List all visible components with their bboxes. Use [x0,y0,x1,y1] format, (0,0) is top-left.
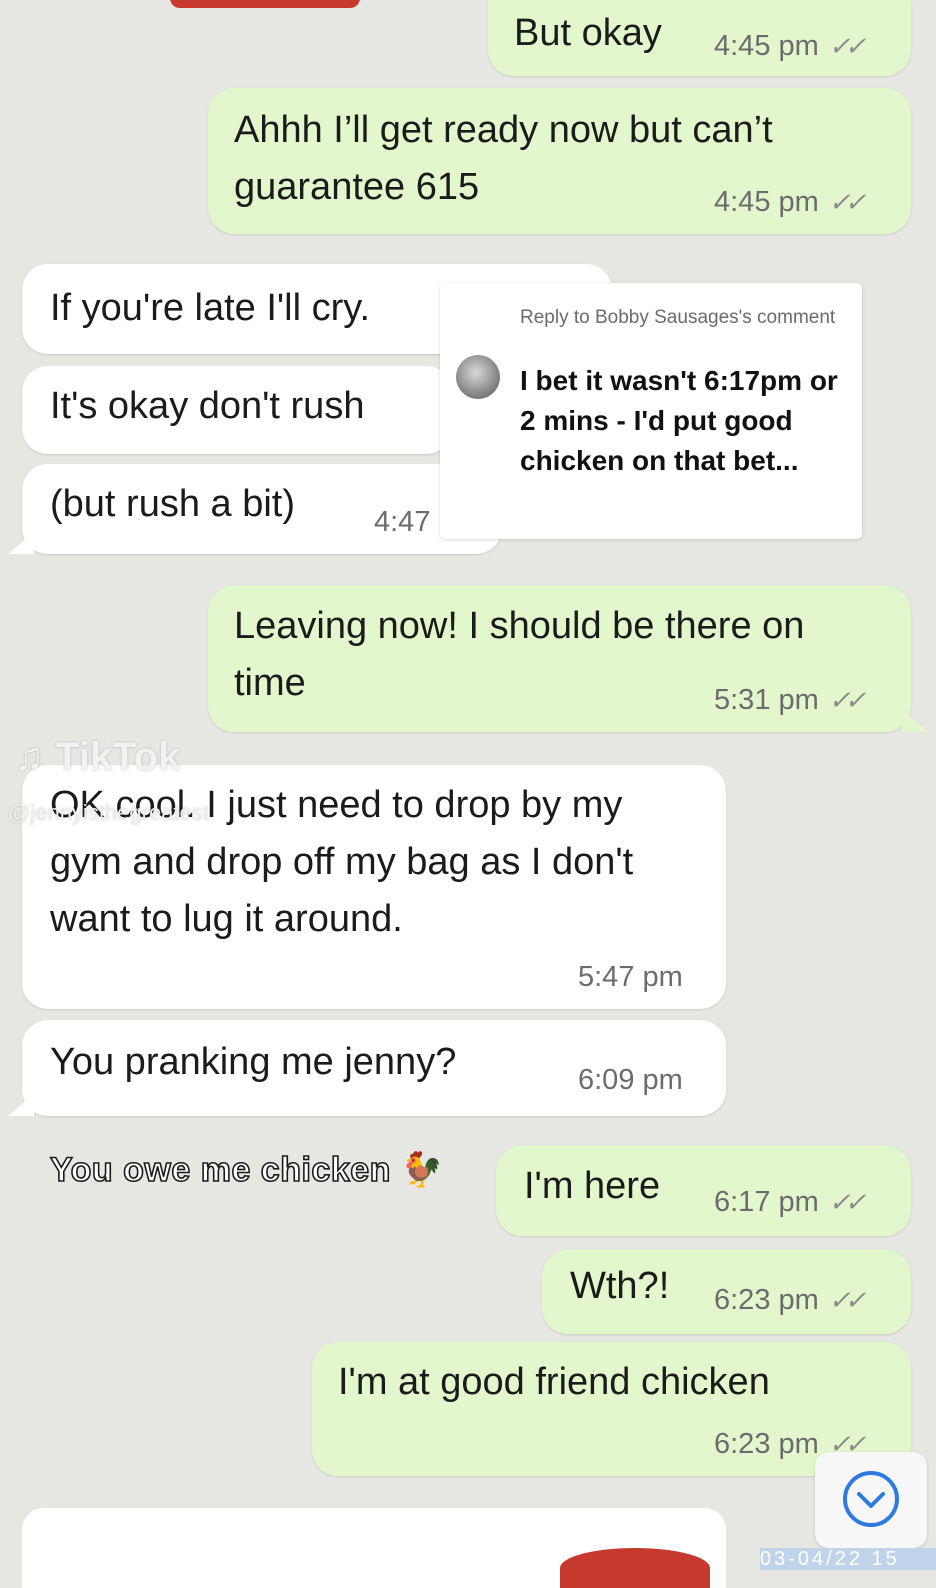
reply-comment-card: Reply to Bobby Sausages's comment I bet … [440,283,862,539]
message-text: I'm at good friend chicken [338,1361,770,1403]
message-time: 4:45 pm ✓✓ [714,30,866,62]
avatar [456,355,500,399]
message-text: Wth?! [570,1265,670,1307]
message-bubble-outgoing[interactable]: But okay 4:45 pm ✓✓ [488,0,911,76]
message-bubble-outgoing[interactable]: Leaving now! I should be there on time 5… [208,586,911,732]
message-text: It's okay don't rush [50,385,365,427]
date-stamp: 03-04/22 15 [760,1548,936,1570]
message-text: If you're late I'll cry. [50,287,371,329]
message-time: 6:23 pm ✓✓ [714,1284,866,1316]
message-time: 4:47 [374,506,431,538]
read-receipt-icon: ✓✓ [828,187,866,217]
tiktok-logo-icon: ♫ [14,735,44,779]
video-caption: You owe me chicken 🐓 [49,1150,444,1190]
scroll-to-bottom-button[interactable] [815,1452,927,1548]
red-fragment-top [170,0,360,8]
read-receipt-icon: ✓✓ [828,685,866,715]
bubble-tail [8,532,34,554]
message-time: 6:17 pm ✓✓ [714,1186,866,1218]
message-bubble-outgoing[interactable]: Wth?! 6:23 pm ✓✓ [542,1250,911,1334]
message-time: 5:31 pm ✓✓ [714,684,866,716]
rooster-icon: 🐓 [400,1151,444,1189]
message-text: (but rush a bit) [50,483,295,525]
tiktok-handle: @jennyisthegreatest [8,800,209,825]
chevron-down-circle-icon [843,1471,899,1527]
message-time: 6:09 pm [578,1064,683,1096]
message-bubble-incoming[interactable]: (but rush a bit) 4:47 [22,464,502,554]
message-text: I'm here [524,1165,661,1207]
read-receipt-icon: ✓✓ [828,1285,866,1315]
message-bubble-outgoing[interactable]: I'm here 6:17 pm ✓✓ [496,1146,911,1236]
message-bubble-outgoing[interactable]: Ahhh I’ll get ready now but can’t guaran… [208,88,911,234]
red-fragment-bottom [560,1548,710,1588]
message-text: You pranking me jenny? [50,1041,457,1083]
read-receipt-icon: ✓✓ [828,31,866,61]
bubble-tail [902,710,928,732]
message-time: 4:45 pm ✓✓ [714,186,866,218]
reply-comment-text: I bet it wasn't 6:17pm or 2 mins - I'd p… [520,365,838,476]
message-text: But okay [514,12,662,54]
reply-header: Reply to Bobby Sausages's comment [520,307,836,328]
message-time: 5:47 pm [578,961,683,993]
bubble-tail [8,1094,34,1116]
message-bubble-incoming[interactable]: You pranking me jenny? 6:09 pm [22,1020,726,1116]
tiktok-watermark: ♫ TikTok [14,735,181,779]
read-receipt-icon: ✓✓ [828,1187,866,1217]
message-bubble-incoming[interactable]: It's okay don't rush [22,366,452,454]
